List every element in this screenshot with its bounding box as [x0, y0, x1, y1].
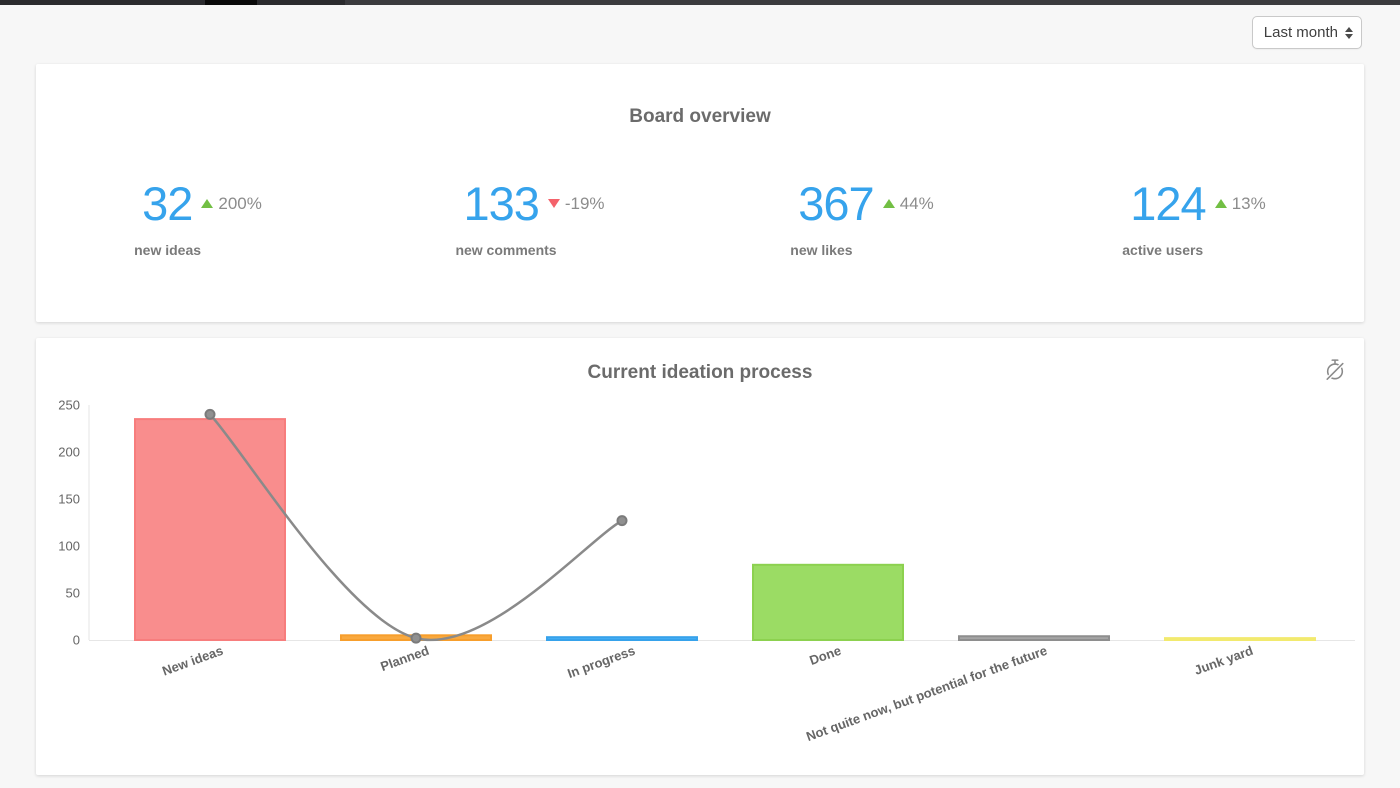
svg-text:In progress: In progress	[565, 643, 637, 681]
ideation-chart-title: Current ideation process	[36, 338, 1364, 384]
metric-active-users: 124 13% active users	[1032, 180, 1364, 258]
ideation-chart-canvas[interactable]: 0 50 100 150 200 250 New ideas Planned In progre…	[36, 338, 1364, 775]
svg-text:200: 200	[58, 445, 80, 460]
metric-value: 133	[463, 180, 538, 227]
svg-text:50: 50	[66, 586, 80, 601]
svg-text:250: 250	[58, 398, 80, 413]
trend-up-icon	[1215, 199, 1227, 208]
timer-off-icon[interactable]	[1324, 358, 1346, 382]
metric-change: 13%	[1232, 194, 1266, 214]
svg-text:Junk yard: Junk yard	[1192, 643, 1255, 678]
top-strip-tab-segment	[205, 0, 257, 5]
metric-label: active users	[1122, 242, 1265, 258]
metric-new-ideas: 32 200% new ideas	[36, 180, 368, 258]
metric-label: new ideas	[134, 242, 262, 258]
browser-top-strip	[0, 0, 1400, 5]
svg-text:100: 100	[58, 539, 80, 554]
svg-text:0: 0	[73, 633, 80, 648]
metric-value: 32	[142, 180, 192, 227]
board-overview-title: Board overview	[36, 64, 1364, 128]
trend-down-icon	[548, 199, 560, 208]
svg-text:Planned: Planned	[378, 643, 431, 674]
trend-up-icon	[883, 199, 895, 208]
period-select[interactable]: Last month	[1252, 16, 1362, 49]
metric-change: -19%	[565, 194, 605, 214]
svg-text:New ideas: New ideas	[160, 643, 225, 679]
metric-value: 124	[1130, 180, 1205, 227]
svg-text:Not quite now, but potential f: Not quite now, but potential for the fut…	[804, 643, 1049, 744]
metrics-row: 32 200% new ideas 133 -19% new comments	[36, 180, 1364, 258]
board-overview-card: Board overview 32 200% new ideas 133 -19…	[36, 64, 1364, 322]
ideation-chart-card: 0 50 100 150 200 250 New ideas Planned In progre…	[36, 338, 1364, 775]
period-select-value: Last month	[1264, 24, 1338, 41]
metric-new-likes: 367 44% new likes	[700, 180, 1032, 258]
top-strip-segment	[0, 0, 345, 5]
metric-label: new comments	[455, 242, 604, 258]
metric-label: new likes	[790, 242, 933, 258]
metric-change: 200%	[218, 194, 261, 214]
metric-value: 367	[798, 180, 873, 227]
metric-new-comments: 133 -19% new comments	[368, 180, 700, 258]
svg-text:Done: Done	[807, 643, 843, 668]
svg-text:150: 150	[58, 492, 80, 507]
metric-change: 44%	[900, 194, 934, 214]
select-stepper-icon	[1345, 27, 1353, 39]
trend-up-icon	[201, 199, 213, 208]
